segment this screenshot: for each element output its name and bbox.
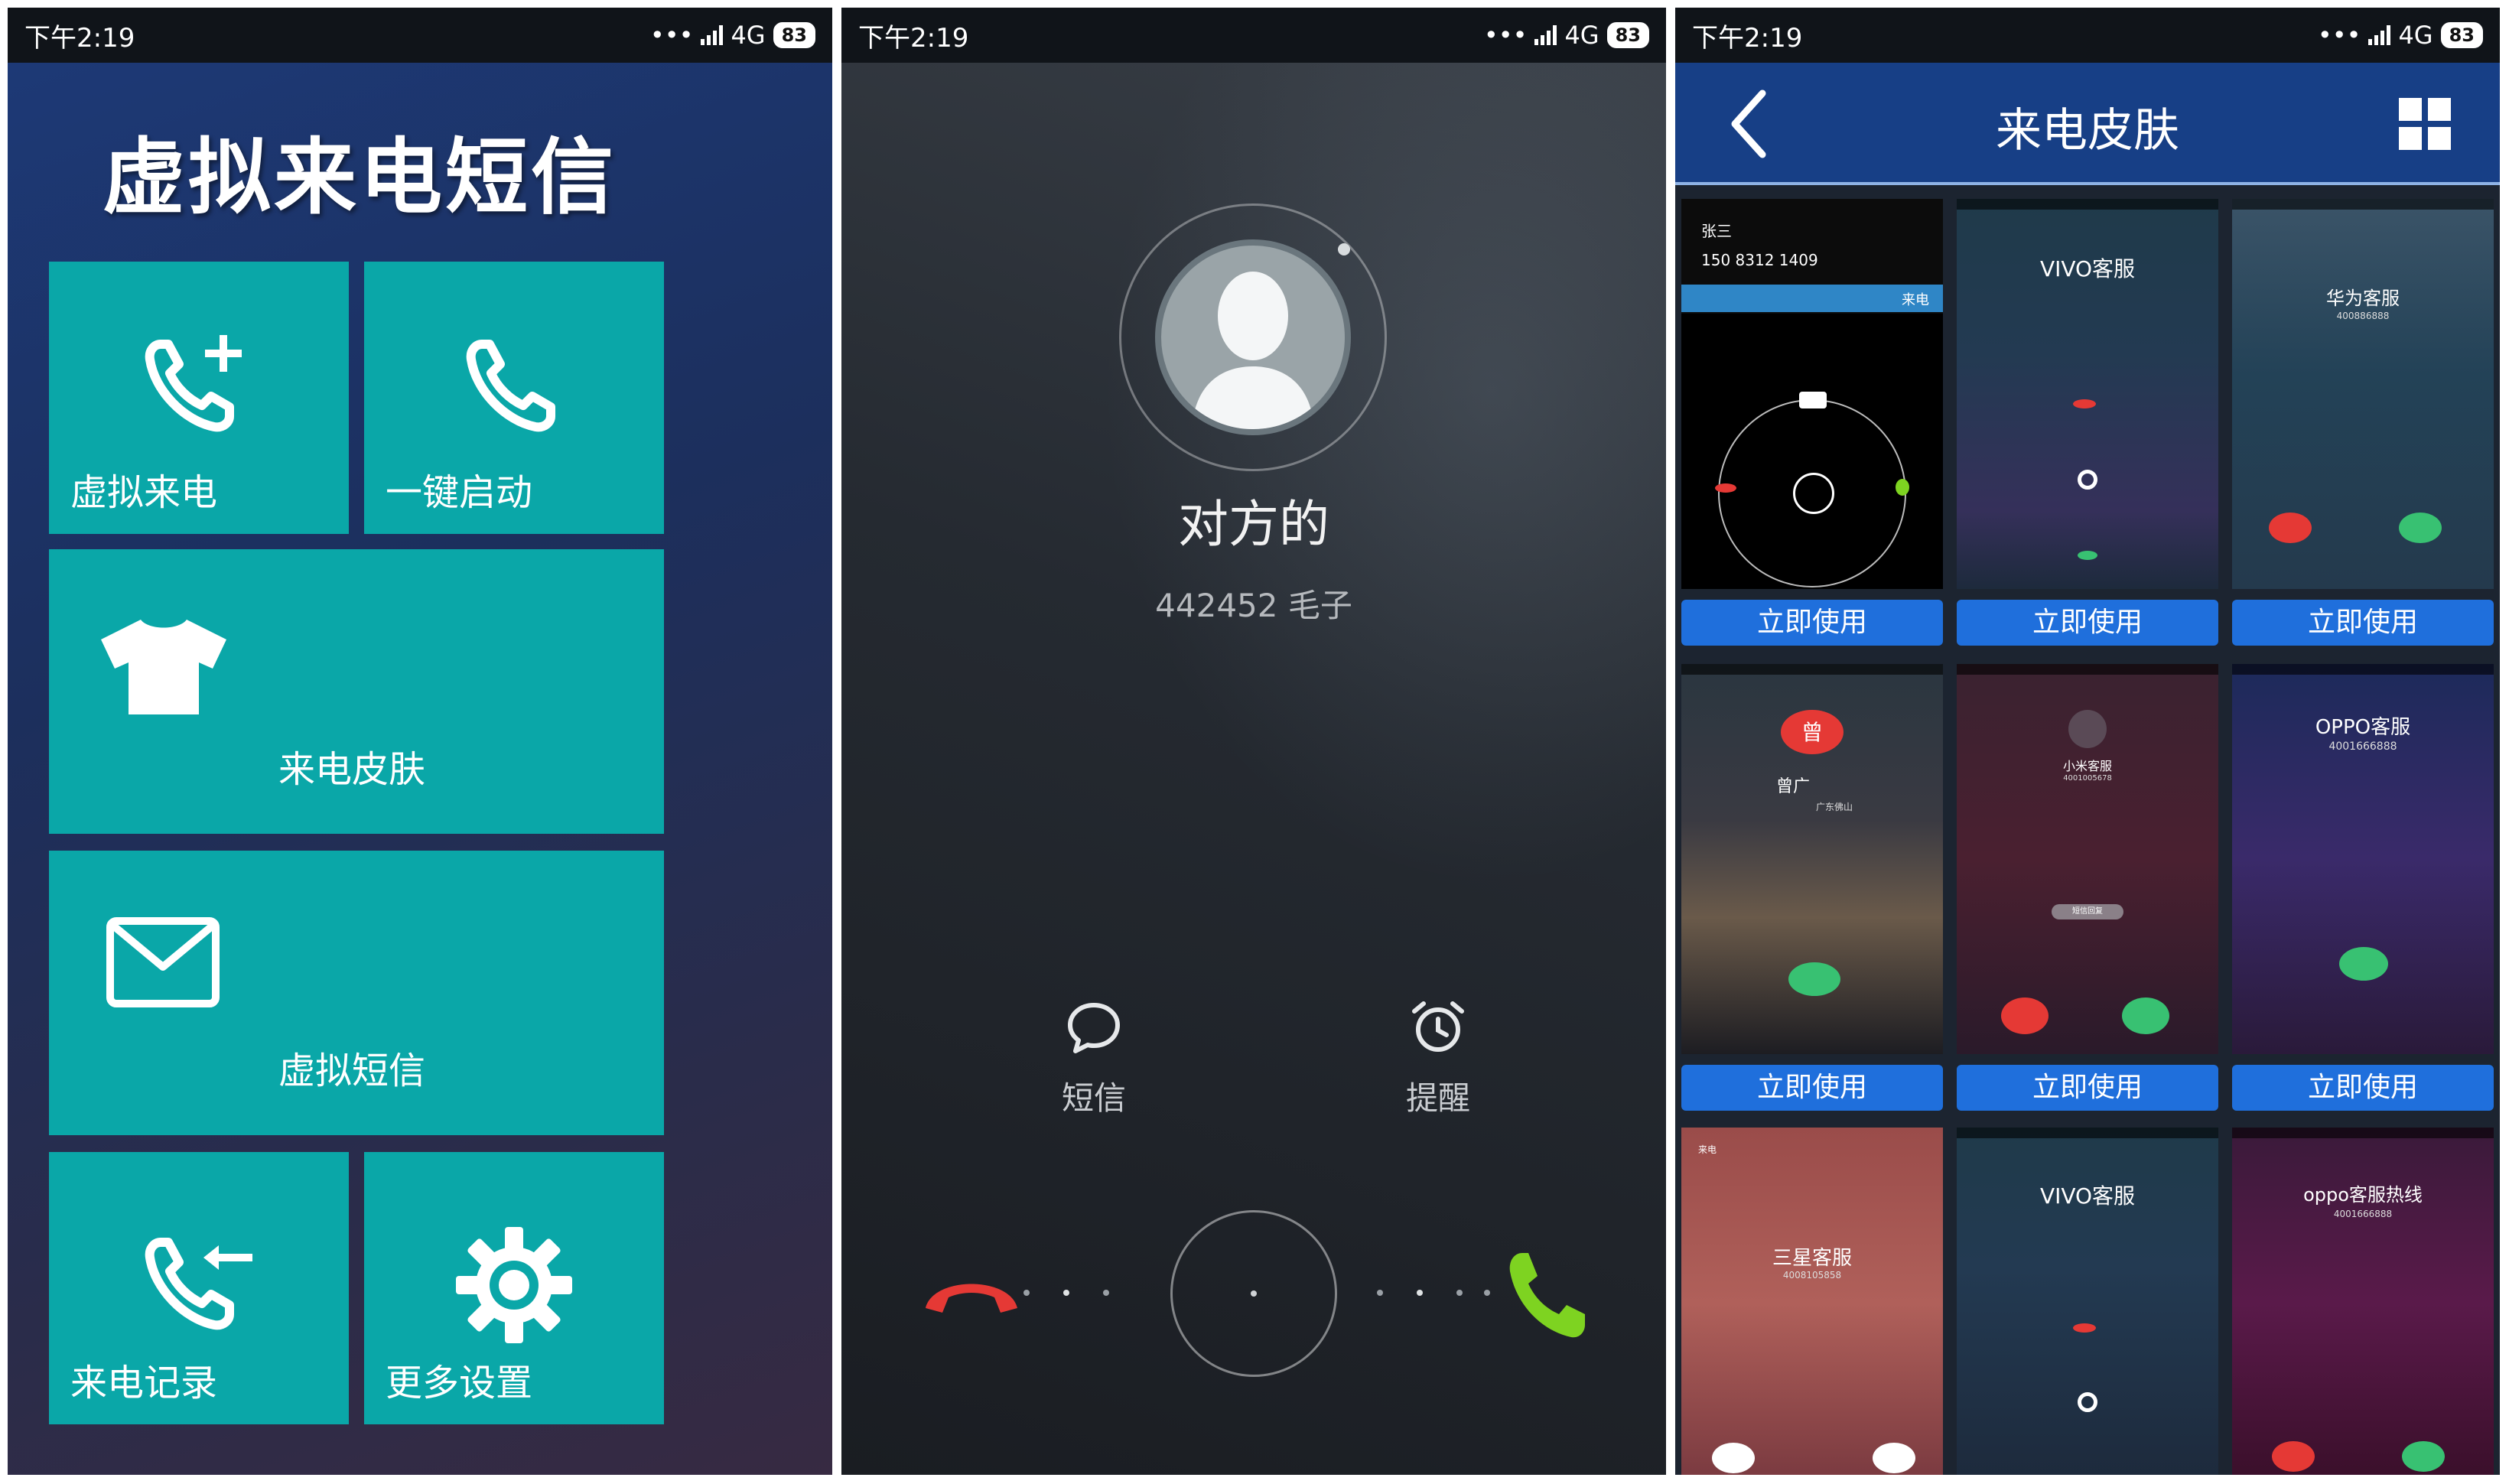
remind-label: 提醒 [1405,1079,1470,1117]
status-time: 下午2:19 [1692,22,1803,54]
tshirt-icon [101,620,226,714]
app-title: 虚拟来电短信 [102,130,617,226]
decline-call-icon[interactable] [918,1262,1025,1323]
one-key-start-tile[interactable]: 一键启动 [364,262,664,534]
virtual-sms-tile[interactable]: 虚拟短信 [49,851,664,1135]
answer-call-icon[interactable] [1505,1245,1590,1345]
gear-icon [456,1227,572,1343]
skin-thumbnail[interactable]: VIVO客服 [1957,199,2218,589]
background-glow [1071,8,1666,926]
more-settings-label: 更多设置 [386,1362,533,1404]
battery-icon: 83 [2440,22,2483,48]
use-skin-button[interactable]: 立即使用 [1681,1065,1943,1111]
more-dots-icon: ••• [1483,21,1528,50]
status-time: 下午2:19 [858,22,969,54]
skin-thumbnail[interactable]: 张三 150 8312 1409 来电 [1681,199,1943,589]
network-type: 4G [2398,21,2433,50]
status-bar: 下午2:19 ••• 4G 83 [1675,8,2500,63]
call-skin-screen: 下午2:19 ••• 4G 83 来电皮肤 张三 150 8312 1409 来… [1675,8,2500,1475]
caller-avatar [1155,239,1351,435]
signal-icon [2368,25,2391,45]
slider-dot [1063,1290,1069,1296]
skin-thumbnail[interactable]: 曾 曾广 广东佛山 [1681,664,1943,1054]
battery-icon: 83 [1606,22,1649,48]
envelope-icon [106,917,220,1007]
caller-name: 对方的 [1178,495,1329,554]
chat-bubble-icon [1068,1003,1120,1053]
skin-thumbnail[interactable]: oppo客服热线 4001666888 [2232,1128,2494,1475]
network-type: 4G [1564,21,1599,50]
main-menu-screen: 下午2:19 ••• 4G 83 虚拟来电短信 虚拟来电 一键启动 来电皮肤 虚… [8,8,832,1475]
caller-number: 442452 毛子 [1155,587,1352,624]
slider-dot [1456,1290,1463,1296]
status-bar: 下午2:19 ••• 4G 83 [841,8,1666,63]
skin-page-title: 来电皮肤 [1996,104,2179,158]
call-skin-tile[interactable]: 来电皮肤 [49,549,664,834]
slider-dot [1377,1290,1383,1296]
slider-dot [1103,1290,1109,1296]
incoming-call-icon [145,1238,252,1330]
virtual-call-tile[interactable]: 虚拟来电 [49,262,349,534]
battery-icon: 83 [773,22,815,48]
skin-thumbnail[interactable]: 小米客服 4001005678 短信回复 [1957,664,2218,1054]
signal-icon [701,25,724,45]
sms-label: 短信 [1061,1079,1126,1117]
incoming-call-screen: 下午2:19 ••• 4G 83 对方的 442452 毛子 短信 提醒 [841,8,1666,1475]
phone-add-icon [145,335,242,432]
call-skin-label: 来电皮肤 [278,748,426,791]
slider-dot [1023,1290,1030,1296]
avatar-ring-dot [1338,243,1350,255]
one-key-start-label: 一键启动 [386,471,533,514]
more-settings-tile[interactable]: 更多设置 [364,1152,664,1424]
call-log-label: 来电记录 [70,1362,218,1404]
more-dots-icon: ••• [649,21,694,50]
remind-button[interactable]: 提醒 [1377,999,1499,1119]
sms-reply-button[interactable]: 短信 [1033,999,1155,1119]
virtual-call-label: 虚拟来电 [70,471,218,514]
signal-icon [1534,25,1557,45]
person-silhouette-icon [1192,272,1314,429]
use-skin-button[interactable]: 立即使用 [1957,600,2218,646]
grid-icon[interactable] [2397,96,2452,151]
use-skin-button[interactable]: 立即使用 [1957,1065,2218,1111]
use-skin-button[interactable]: 立即使用 [2232,600,2494,646]
alarm-clock-icon [1412,1001,1464,1052]
call-log-tile[interactable]: 来电记录 [49,1152,349,1424]
use-skin-button[interactable]: 立即使用 [1681,600,1943,646]
skin-thumbnail[interactable]: VIVO客服 [1957,1128,2218,1475]
skin-thumbnail[interactable]: 华为客服 400886888 [2232,199,2494,589]
more-dots-icon: ••• [2317,21,2361,50]
use-skin-button[interactable]: 立即使用 [2232,1065,2494,1111]
skin-thumbnail[interactable]: OPPO客服 4001666888 [2232,664,2494,1054]
skin-page-header: 来电皮肤 [1675,63,2500,185]
status-bar: 下午2:19 ••• 4G 83 [8,8,832,63]
skin-thumbnail[interactable]: 来电 三星客服 4008105858 [1681,1128,1943,1475]
slider-dot [1484,1290,1490,1296]
virtual-sms-label: 虚拟短信 [278,1050,426,1092]
slider-dot [1417,1290,1423,1296]
network-type: 4G [731,21,766,50]
status-time: 下午2:19 [24,22,135,54]
slider-center-dot [1251,1290,1257,1297]
phone-icon [466,340,555,432]
